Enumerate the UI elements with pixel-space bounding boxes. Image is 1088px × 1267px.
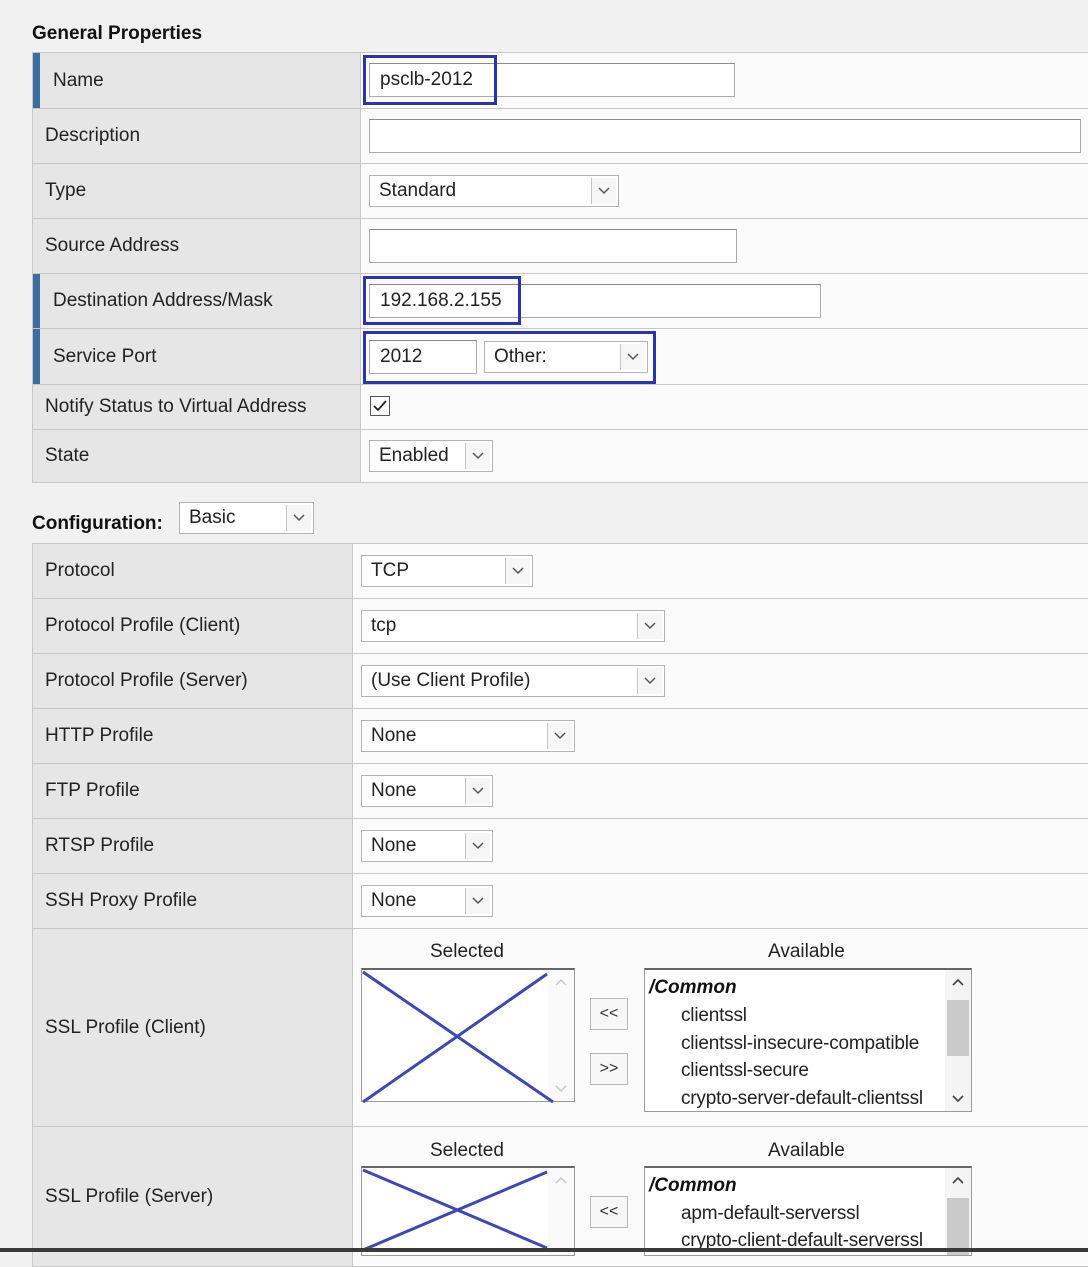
protocol-value: TCP [371, 560, 409, 581]
chevron-down-icon [465, 778, 490, 804]
ssl-client-move-right-button[interactable]: >> [590, 1053, 628, 1085]
description-label: Description [32, 108, 361, 164]
ssl-profile-server-label: SSL Profile (Server) [32, 1126, 353, 1267]
ssl-server-selected-scrollbar[interactable] [548, 1168, 574, 1255]
protocol-select[interactable]: TCP [361, 555, 533, 587]
ssl-profile-client-label: SSL Profile (Client) [32, 928, 353, 1127]
configuration-table: Protocol TCP Protocol Profile (Client) t… [32, 543, 1088, 1267]
scroll-down-icon[interactable] [945, 1087, 971, 1111]
ssl-client-available-header: Available [768, 941, 845, 962]
rtsp-profile-value: None [371, 835, 417, 856]
http-profile-value: None [371, 725, 417, 746]
ssl-client-group-label: /Common [649, 977, 737, 998]
rtsp-profile-select[interactable]: None [361, 830, 493, 862]
configuration-title: Configuration: [32, 513, 163, 534]
ssl-client-selected-header: Selected [430, 941, 504, 962]
protocol-label: Protocol [32, 543, 353, 599]
description-input[interactable] [369, 119, 1081, 153]
protocol-profile-client-label: Protocol Profile (Client) [32, 598, 353, 654]
service-port-highlight-box [363, 331, 656, 384]
ssl-client-move-left-button[interactable]: << [590, 998, 628, 1030]
scroll-up-icon[interactable] [945, 1168, 971, 1192]
chevron-down-icon [637, 668, 662, 694]
notify-status-checkbox[interactable] [370, 396, 390, 416]
ssl-client-available-scrollbar[interactable] [945, 970, 971, 1111]
protocol-profile-client-value: tcp [371, 615, 397, 636]
chevron-down-icon [591, 178, 616, 204]
ssl-server-available-scrollbar[interactable] [945, 1168, 971, 1255]
state-value: Enabled [379, 445, 449, 466]
chevron-down-icon [465, 888, 490, 914]
http-profile-label: HTTP Profile [32, 708, 353, 764]
ssh-proxy-profile-value: None [371, 890, 417, 911]
ssl-server-selected-listbox[interactable] [361, 1166, 575, 1256]
scroll-up-icon[interactable] [548, 970, 574, 994]
ftp-profile-label: FTP Profile [32, 763, 353, 819]
checkmark-icon [373, 400, 387, 412]
type-select[interactable]: Standard [369, 175, 619, 207]
chevron-down-icon [286, 505, 311, 531]
state-label: State [32, 429, 361, 483]
rtsp-profile-label: RTSP Profile [32, 818, 353, 874]
protocol-profile-server-value: (Use Client Profile) [371, 670, 531, 691]
name-label: Name [32, 52, 361, 109]
ssh-proxy-profile-select[interactable]: None [361, 885, 493, 917]
ssl-server-available-header: Available [768, 1140, 845, 1161]
list-item[interactable]: apm-default-serverssl [681, 1203, 860, 1225]
ftp-profile-value: None [371, 780, 417, 801]
http-profile-select[interactable]: None [361, 720, 575, 752]
scrollbar-thumb[interactable] [947, 1000, 969, 1056]
scroll-up-icon[interactable] [945, 970, 971, 994]
chevron-down-icon [637, 613, 662, 639]
scroll-up-icon[interactable] [548, 1168, 574, 1192]
destination-address-label: Destination Address/Mask [32, 273, 361, 329]
list-item[interactable]: clientssl-insecure-compatible [681, 1033, 919, 1055]
protocol-profile-server-select[interactable]: (Use Client Profile) [361, 665, 665, 697]
source-address-input[interactable] [369, 229, 737, 263]
list-item[interactable]: clientssl [681, 1005, 747, 1027]
notify-status-label: Notify Status to Virtual Address [32, 384, 361, 430]
type-label: Type [32, 163, 361, 219]
ssl-client-available-listbox[interactable]: /Common clientssl clientssl-insecure-com… [644, 968, 972, 1112]
state-select[interactable]: Enabled [369, 440, 493, 472]
name-highlight-box [363, 55, 497, 105]
ssl-client-selected-listbox[interactable] [361, 968, 575, 1102]
list-item[interactable]: clientssl-secure [681, 1060, 809, 1082]
ssl-server-selected-header: Selected [430, 1140, 504, 1161]
ftp-profile-select[interactable]: None [361, 775, 493, 807]
window-bottom-edge [0, 1248, 1088, 1252]
configuration-mode-value: Basic [189, 507, 236, 528]
configuration-mode-select[interactable]: Basic [179, 502, 314, 534]
service-port-label: Service Port [32, 328, 361, 385]
ssh-proxy-profile-label: SSH Proxy Profile [32, 873, 353, 929]
type-value: Standard [379, 180, 457, 201]
general-properties-table: Name psclb-2012 Description Type Standar… [32, 52, 1088, 483]
chevron-down-icon [547, 723, 572, 749]
chevron-down-icon [465, 443, 490, 469]
ssl-client-selected-scrollbar[interactable] [548, 970, 574, 1101]
scroll-down-icon[interactable] [548, 1077, 574, 1101]
ssl-server-group-label: /Common [649, 1175, 737, 1196]
general-properties-title: General Properties [32, 23, 203, 44]
destination-highlight-box [363, 276, 521, 325]
protocol-profile-server-label: Protocol Profile (Server) [32, 653, 353, 709]
ssl-server-available-listbox[interactable]: /Common apm-default-serverssl crypto-cli… [644, 1166, 972, 1256]
protocol-profile-client-select[interactable]: tcp [361, 610, 665, 642]
chevron-down-icon [465, 833, 490, 859]
source-address-label: Source Address [32, 218, 361, 274]
ssl-server-move-left-button[interactable]: << [590, 1196, 628, 1228]
list-item[interactable]: crypto-server-default-clientssl [681, 1088, 943, 1110]
chevron-down-icon [505, 558, 530, 584]
